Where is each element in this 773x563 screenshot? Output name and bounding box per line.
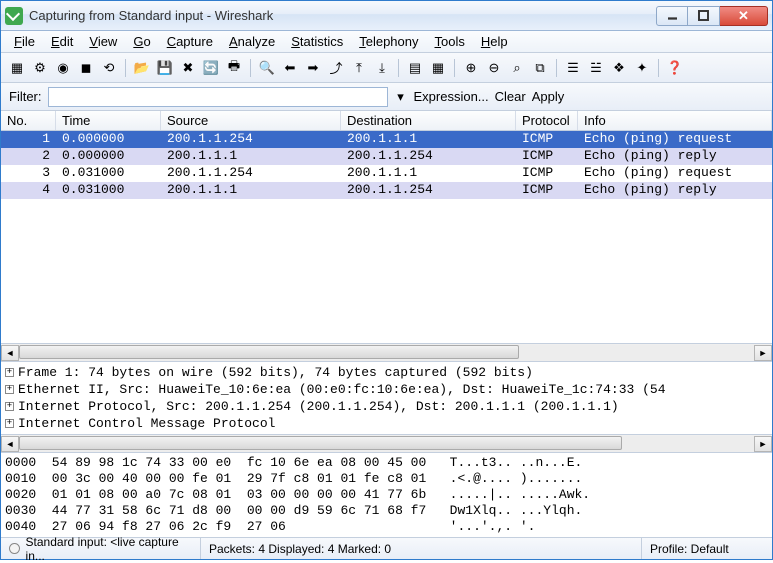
open-file-icon[interactable]: 📂 [132, 58, 152, 78]
clear-button[interactable]: Clear [495, 89, 526, 104]
expand-icon[interactable]: + [5, 385, 14, 394]
scroll-right-icon[interactable]: ► [754, 345, 772, 361]
col-header-dst[interactable]: Destination [341, 111, 516, 130]
menu-telephony[interactable]: Telephony [352, 32, 425, 51]
interfaces-icon[interactable]: ▦ [7, 58, 27, 78]
minimize-button[interactable] [656, 6, 688, 26]
toolbar: ▦⚙◉◼⟲📂💾✖🔄🖶🔍⬅➡⤴⤒⤓▤▦⊕⊖⌕⧉☰☱❖✦❓ [1, 53, 772, 83]
close-file-icon[interactable]: ✖ [178, 58, 198, 78]
auto-scroll-icon[interactable]: ▦ [428, 58, 448, 78]
expand-icon[interactable]: + [5, 368, 14, 377]
restart-capture-icon[interactable]: ⟲ [99, 58, 119, 78]
menu-statistics[interactable]: Statistics [284, 32, 350, 51]
detail-row[interactable]: +Ethernet II, Src: HuaweiTe_10:6e:ea (00… [5, 381, 768, 398]
col-header-src[interactable]: Source [161, 111, 341, 130]
zoom-reset-icon[interactable]: ⌕ [507, 58, 527, 78]
find-icon[interactable]: 🔍 [257, 58, 277, 78]
help-icon[interactable]: ❓ [665, 58, 685, 78]
expression-button[interactable]: Expression... [414, 89, 489, 104]
hex-row[interactable]: 0040 27 06 94 f8 27 06 2c f9 27 06 '...'… [5, 519, 768, 535]
status-counts: Packets: 4 Displayed: 4 Marked: 0 [201, 538, 642, 559]
detail-row[interactable]: +Internet Protocol, Src: 200.1.1.254 (20… [5, 398, 768, 415]
packet-bytes-pane[interactable]: 0000 54 89 98 1c 74 33 00 e0 fc 10 6e ea… [1, 452, 772, 537]
col-header-no[interactable]: No. [1, 111, 56, 130]
packet-list-hscroll[interactable]: ◄ ► [1, 343, 772, 361]
menu-view[interactable]: View [82, 32, 124, 51]
stop-capture-icon[interactable]: ◼ [76, 58, 96, 78]
filter-dropdown-icon[interactable]: ▾ [394, 90, 408, 104]
menu-file[interactable]: File [7, 32, 42, 51]
display-filters-icon[interactable]: ☱ [586, 58, 606, 78]
detail-row[interactable]: +Internet Control Message Protocol [5, 415, 768, 432]
menu-capture[interactable]: Capture [160, 32, 220, 51]
window-title: Capturing from Standard input - Wireshar… [29, 8, 656, 23]
maximize-button[interactable] [688, 6, 720, 26]
apply-button[interactable]: Apply [532, 89, 565, 104]
col-header-proto[interactable]: Protocol [516, 111, 578, 130]
resize-cols-icon[interactable]: ⧉ [530, 58, 550, 78]
go-forward-icon[interactable]: ➡ [303, 58, 323, 78]
hex-row[interactable]: 0000 54 89 98 1c 74 33 00 e0 fc 10 6e ea… [5, 455, 768, 471]
packet-row[interactable]: 20.000000200.1.1.1200.1.1.254ICMPEcho (p… [1, 148, 772, 165]
go-last-icon[interactable]: ⤓ [372, 58, 392, 78]
detail-row[interactable]: +Frame 1: 74 bytes on wire (592 bits), 7… [5, 364, 768, 381]
packet-list[interactable]: 10.000000200.1.1.254200.1.1.1ICMPEcho (p… [1, 131, 772, 199]
details-hscroll[interactable]: ◄ ► [1, 434, 772, 452]
packet-row[interactable]: 40.031000200.1.1.1200.1.1.254ICMPEcho (p… [1, 182, 772, 199]
expand-icon[interactable]: + [5, 402, 14, 411]
hex-row[interactable]: 0020 01 01 08 00 a0 7c 08 01 03 00 00 00… [5, 487, 768, 503]
go-to-icon[interactable]: ⤴ [326, 58, 346, 78]
hex-row[interactable]: 0030 44 77 31 58 6c 71 d8 00 00 00 d9 59… [5, 503, 768, 519]
hex-row[interactable]: 0010 00 3c 00 40 00 00 fe 01 29 7f c8 01… [5, 471, 768, 487]
go-back-icon[interactable]: ⬅ [280, 58, 300, 78]
prefs-icon[interactable]: ✦ [632, 58, 652, 78]
reload-icon[interactable]: 🔄 [201, 58, 221, 78]
menu-help[interactable]: Help [474, 32, 515, 51]
col-header-time[interactable]: Time [56, 111, 161, 130]
packet-details-pane[interactable]: +Frame 1: 74 bytes on wire (592 bits), 7… [1, 361, 772, 434]
colorize-icon[interactable]: ▤ [405, 58, 425, 78]
scroll-left-icon[interactable]: ◄ [1, 345, 19, 361]
print-icon[interactable]: 🖶 [224, 58, 244, 78]
zoom-in-icon[interactable]: ⊕ [461, 58, 481, 78]
status-profile[interactable]: Profile: Default [642, 538, 772, 559]
filter-input[interactable] [48, 87, 388, 107]
scroll-left-icon[interactable]: ◄ [1, 436, 19, 452]
packet-list-blank [1, 199, 772, 343]
window-titlebar: Capturing from Standard input - Wireshar… [1, 1, 772, 31]
save-file-icon[interactable]: 💾 [155, 58, 175, 78]
close-button[interactable]: ✕ [720, 6, 768, 26]
menu-go[interactable]: Go [126, 32, 157, 51]
filter-bar: Filter: ▾ Expression... Clear Apply [1, 83, 772, 111]
menubar: FileEditViewGoCaptureAnalyzeStatisticsTe… [1, 31, 772, 53]
status-source: Standard input: <live capture in... [26, 535, 192, 563]
menu-edit[interactable]: Edit [44, 32, 80, 51]
expand-icon[interactable]: + [5, 419, 14, 428]
start-capture-icon[interactable]: ◉ [53, 58, 73, 78]
go-first-icon[interactable]: ⤒ [349, 58, 369, 78]
packet-list-header: No. Time Source Destination Protocol Inf… [1, 111, 772, 131]
options-icon[interactable]: ⚙ [30, 58, 50, 78]
filter-label: Filter: [9, 89, 42, 104]
status-indicator-icon [9, 543, 20, 554]
scroll-right-icon[interactable]: ► [754, 436, 772, 452]
status-bar: Standard input: <live capture in... Pack… [1, 537, 772, 559]
coloring-rules-icon[interactable]: ❖ [609, 58, 629, 78]
menu-tools[interactable]: Tools [428, 32, 472, 51]
zoom-out-icon[interactable]: ⊖ [484, 58, 504, 78]
app-icon [5, 7, 23, 25]
col-header-info[interactable]: Info [578, 111, 772, 130]
packet-row[interactable]: 30.031000200.1.1.254200.1.1.1ICMPEcho (p… [1, 165, 772, 182]
capture-filters-icon[interactable]: ☰ [563, 58, 583, 78]
menu-analyze[interactable]: Analyze [222, 32, 282, 51]
packet-row[interactable]: 10.000000200.1.1.254200.1.1.1ICMPEcho (p… [1, 131, 772, 148]
